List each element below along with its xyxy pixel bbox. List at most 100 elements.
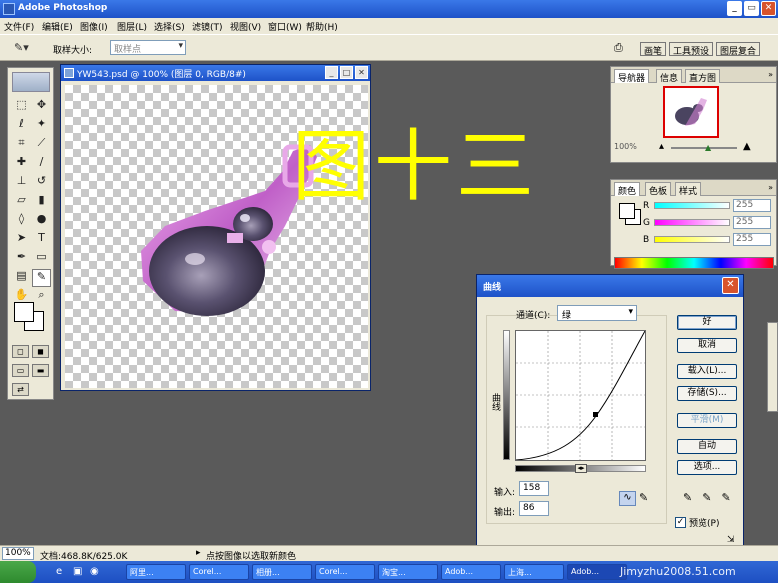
tab-swatches[interactable]: 色板 xyxy=(645,182,672,197)
task-item[interactable]: 阿里... xyxy=(126,564,186,580)
doc-maximize-button[interactable]: □ xyxy=(340,66,353,79)
standard-mode-icon[interactable]: ◻ xyxy=(12,345,29,358)
menu-select[interactable]: 选择(S) xyxy=(154,20,185,33)
restore-button[interactable]: ▭ xyxy=(744,1,759,16)
eyedropper-icon[interactable]: ✎▾ xyxy=(14,41,29,54)
pen-icon[interactable]: ✒ xyxy=(12,250,31,268)
screen-mode-full-icon[interactable]: ▬ xyxy=(32,364,49,377)
channel-b-value[interactable]: 255 xyxy=(733,233,771,246)
printer-icon[interactable]: ⎙ xyxy=(614,41,623,55)
black-eyedropper-icon[interactable]: ✎ xyxy=(683,491,692,504)
ok-button[interactable]: 好 xyxy=(677,315,737,330)
output-field[interactable]: 86 xyxy=(519,501,549,516)
brush-icon[interactable]: ∕ xyxy=(32,155,51,173)
desktop-icon[interactable]: ▣ xyxy=(73,566,82,577)
eraser-icon[interactable]: ▱ xyxy=(12,193,31,211)
lasso-icon[interactable]: ℓ xyxy=(12,117,31,135)
zoom-icon[interactable]: ⌕ xyxy=(32,288,51,306)
channel-select[interactable]: 绿 xyxy=(557,305,637,321)
ie-icon[interactable]: e xyxy=(56,566,62,577)
menu-view[interactable]: 视图(V) xyxy=(230,20,261,33)
path-select-icon[interactable]: ➤ xyxy=(12,231,31,249)
doc-minimize-button[interactable]: _ xyxy=(325,66,338,79)
channel-r-value[interactable]: 255 xyxy=(733,199,771,212)
white-eyedropper-icon[interactable]: ✎ xyxy=(721,491,730,504)
media-icon[interactable]: ◉ xyxy=(90,566,99,577)
tab-info[interactable]: 信息 xyxy=(656,69,683,84)
task-item[interactable]: Corel... xyxy=(189,564,249,580)
color-fg-swatch[interactable] xyxy=(619,203,635,219)
sample-size-select[interactable]: 取样点 xyxy=(110,40,186,55)
cancel-button[interactable]: 取消 xyxy=(677,338,737,353)
panel-menu-icon[interactable]: » xyxy=(768,70,773,79)
clone-stamp-icon[interactable]: ⊥ xyxy=(12,174,31,192)
close-button[interactable]: ✕ xyxy=(761,1,776,16)
magic-wand-icon[interactable]: ✦ xyxy=(32,117,51,135)
curves-close-button[interactable]: ✕ xyxy=(722,277,739,294)
feather-logo-icon[interactable] xyxy=(12,72,50,92)
slice-icon[interactable]: ⟋ xyxy=(32,136,51,154)
load-button[interactable]: 载入(L)... xyxy=(677,364,737,379)
color-spectrum-ramp[interactable] xyxy=(614,257,774,269)
well-tab-layer-comps[interactable]: 图层复合 xyxy=(716,42,761,57)
preview-checkbox-row[interactable]: ✓ 预览(P) xyxy=(675,516,719,529)
doc-close-button[interactable]: ✕ xyxy=(355,66,368,79)
preview-checkbox[interactable]: ✓ xyxy=(675,517,686,528)
start-button[interactable] xyxy=(0,561,36,583)
zoom-out-icon[interactable]: ▴ xyxy=(659,141,664,152)
gradient-toggle-icon[interactable]: ◂▸ xyxy=(575,464,587,473)
channel-b-slider[interactable] xyxy=(654,236,730,243)
zoom-in-icon[interactable]: ▲ xyxy=(743,141,751,152)
slider-knob-icon[interactable]: ▲ xyxy=(705,143,711,152)
notes-icon[interactable]: ▤ xyxy=(12,269,31,287)
eyedropper-tool-icon[interactable]: ✎ xyxy=(32,269,51,287)
screen-mode-standard-icon[interactable]: ▭ xyxy=(12,364,29,377)
menu-help[interactable]: 帮助(H) xyxy=(306,20,338,33)
navigator-zoom-slider[interactable] xyxy=(671,147,737,149)
menu-filter[interactable]: 滤镜(T) xyxy=(192,20,223,33)
options-button[interactable]: 选项... xyxy=(677,460,737,475)
task-item[interactable]: Corel... xyxy=(315,564,375,580)
panel-scrollbar[interactable] xyxy=(767,322,778,412)
dodge-icon[interactable]: ● xyxy=(32,212,51,230)
document-title-bar[interactable]: YW543.psd @ 100% (图层 0, RGB/8#) _ □ ✕ xyxy=(61,65,370,81)
channel-r-slider[interactable] xyxy=(654,202,730,209)
menu-layer[interactable]: 图层(L) xyxy=(117,20,147,33)
task-item[interactable]: 上海... xyxy=(504,564,564,580)
quickmask-mode-icon[interactable]: ◼ xyxy=(32,345,49,358)
tab-styles[interactable]: 样式 xyxy=(675,182,702,197)
crop-icon[interactable]: ⌗ xyxy=(12,136,31,154)
move-icon[interactable]: ✥ xyxy=(32,98,51,116)
curve-tool-icon[interactable]: ∿ xyxy=(619,491,636,506)
resize-grip-icon[interactable]: ⇲ xyxy=(727,535,735,545)
status-arrow-icon[interactable]: ▸ xyxy=(196,548,201,558)
channel-g-slider[interactable] xyxy=(654,219,730,226)
minimize-button[interactable]: _ xyxy=(727,1,742,16)
gradient-icon[interactable]: ▮ xyxy=(32,193,51,211)
gray-eyedropper-icon[interactable]: ✎ xyxy=(702,491,711,504)
well-tab-tool-presets[interactable]: 工具预设 xyxy=(669,42,714,57)
curves-title-bar[interactable]: 曲线 ✕ xyxy=(477,275,743,297)
pencil-tool-icon[interactable]: ✎ xyxy=(639,491,648,504)
foreground-color-swatch[interactable] xyxy=(14,302,34,322)
menu-image[interactable]: 图像(I) xyxy=(80,20,108,33)
tab-color[interactable]: 颜色 xyxy=(614,182,641,197)
curve-graph[interactable] xyxy=(515,330,646,461)
curve-control-point[interactable] xyxy=(593,412,598,417)
blur-icon[interactable]: ◊ xyxy=(12,212,31,230)
tab-histogram[interactable]: 直方图 xyxy=(685,69,721,84)
task-item-active[interactable]: Adob... xyxy=(567,564,627,580)
task-item[interactable]: Adob... xyxy=(441,564,501,580)
imageready-icon[interactable]: ⇄ xyxy=(12,383,29,396)
type-icon[interactable]: T xyxy=(32,231,51,249)
history-brush-icon[interactable]: ↺ xyxy=(32,174,51,192)
shape-icon[interactable]: ▭ xyxy=(32,250,51,268)
task-item[interactable]: 淘宝... xyxy=(378,564,438,580)
navigator-thumbnail[interactable] xyxy=(663,86,719,138)
color-panel-menu-icon[interactable]: » xyxy=(768,183,773,192)
auto-button[interactable]: 自动 xyxy=(677,439,737,454)
well-tab-brushes[interactable]: 画笔 xyxy=(640,42,667,57)
menu-window[interactable]: 窗口(W) xyxy=(268,20,302,33)
input-field[interactable]: 158 xyxy=(519,481,549,496)
healing-brush-icon[interactable]: ✚ xyxy=(12,155,31,173)
